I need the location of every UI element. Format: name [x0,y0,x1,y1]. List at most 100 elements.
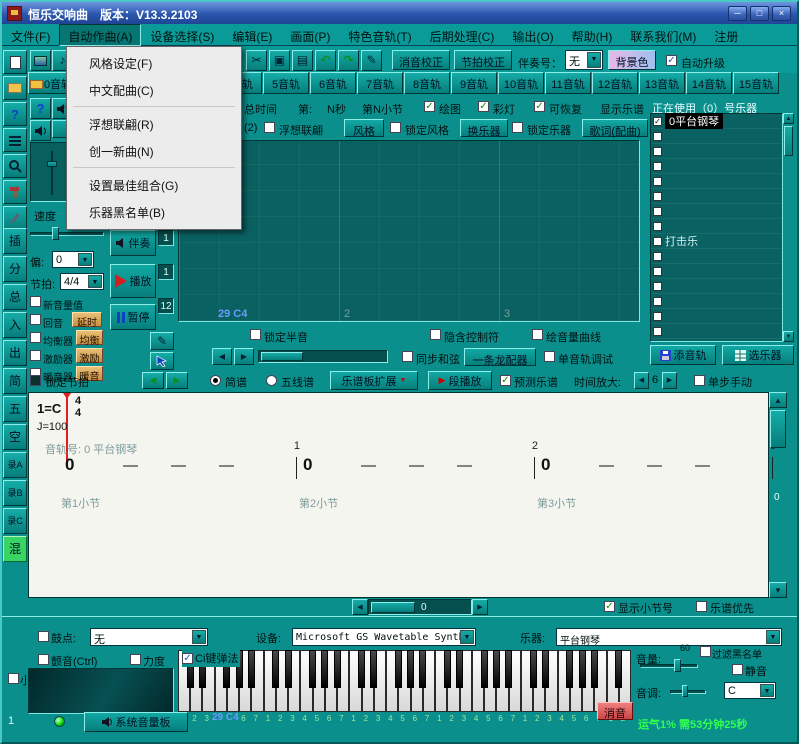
lock-style-checkbox[interactable] [390,122,401,133]
instrument-row-8[interactable]: 打击乐 [651,234,782,249]
instrument-checkbox-6[interactable] [653,207,662,216]
instrument-checkbox-5[interactable] [653,192,662,201]
cursor-tool-button[interactable] [150,352,174,370]
strip-button-11[interactable]: 混 [3,536,27,562]
dropdown-item-3[interactable]: 创一新曲(N) [67,138,241,165]
instrument-checkbox-13[interactable] [653,312,662,321]
maximize-button[interactable]: □ [750,6,769,21]
strip-help-icon[interactable]: ? [3,102,27,126]
piano-black-key-31[interactable] [566,650,573,688]
instrument-checkbox-9[interactable] [653,252,662,261]
instrument-list[interactable]: ✓0平台钢琴打击乐 [650,113,783,342]
strip-button-7[interactable]: 空 [3,424,27,450]
recover-checkbox[interactable] [534,101,545,112]
dropdown-arrow-icon[interactable]: ▼ [78,253,92,266]
tab-track-14[interactable]: 14音轨 [686,72,732,94]
play-button[interactable]: 播放 [110,264,156,298]
instrument-checkbox-8[interactable] [653,237,662,246]
instrument-checkbox-1[interactable] [653,132,662,141]
instrument-row-12[interactable] [651,294,782,309]
piano-black-key-26[interactable] [505,650,512,688]
cut-icon[interactable]: ✂ [246,50,267,71]
strip-button-2[interactable]: 总 [3,284,27,310]
instrument-row-2[interactable] [651,144,782,159]
equalizer-checkbox[interactable] [30,332,41,343]
menubar-item-9[interactable]: 联系我们(M) [621,24,705,46]
accompany-button[interactable]: 伴奏 [110,230,156,256]
menubar-item-5[interactable]: 特色音轨(T) [339,24,420,46]
instrument-row-7[interactable] [651,219,782,234]
tab-track-12[interactable]: 12音轨 [592,72,638,94]
vibrato-checkbox[interactable] [38,654,49,665]
dropdown-item-0[interactable]: 风格设定(F) [67,50,241,77]
ci-key-checkbox[interactable] [182,653,193,664]
lock-semitone-checkbox[interactable] [250,329,261,340]
fader-knob[interactable] [47,161,57,167]
instrument-checkbox-3[interactable] [653,162,662,171]
beat-correction-button[interactable]: 节拍校正 [454,50,512,70]
score-hscroll-thumb[interactable] [371,602,415,613]
title-bar[interactable]: 恒乐交响曲 版本：V13.3.2103 ─□× [2,2,797,24]
score-vscroll-thumb[interactable] [770,410,786,448]
piano-black-key-7[interactable] [272,650,279,688]
tab-track-11[interactable]: 11音轨 [545,72,591,94]
dropdown-arrow-icon[interactable]: ▼ [192,630,206,644]
instrument-row-11[interactable] [651,279,782,294]
menubar-item-2[interactable]: 设备选择(S) [141,24,223,46]
instrument-row-3[interactable] [651,159,782,174]
menubar-item-10[interactable]: 注册 [705,24,747,46]
show-score-label[interactable]: 显示乐谱 [600,101,644,117]
strip-new-file-icon[interactable] [3,50,27,74]
redo-icon[interactable]: ↷ [338,50,359,71]
system-volume-button[interactable]: 系统音量板 [84,712,188,732]
piano-black-key-25[interactable] [493,650,500,688]
piano-black-key-11[interactable] [321,650,328,688]
time-zoom-decrease-button[interactable]: ◀ [634,372,649,389]
score-board-expand-button[interactable]: 乐谱板扩展▼ [330,371,418,390]
instrument-checkbox-0[interactable]: ✓ [653,117,662,126]
delay-button[interactable]: 延时 [72,312,102,327]
menubar-item-6[interactable]: 后期处理(C) [421,24,504,46]
piano-black-key-18[interactable] [407,650,414,688]
score-measure-2[interactable]: 0———3第3小节 [535,455,773,515]
strip-button-9[interactable]: 录B [3,480,27,506]
menubar-item-7[interactable]: 输出(O) [503,24,562,46]
strip-brush-icon[interactable] [3,206,27,230]
strip-button-6[interactable]: 五 [3,396,27,422]
key-select[interactable]: C ▼ [724,682,776,699]
choose-instrument-button[interactable]: 选乐器 [722,345,794,365]
canvas-scrollbar[interactable] [258,350,388,363]
menubar-item-0[interactable]: 文件(F) [2,24,59,46]
menubar-item-4[interactable]: 画面(P) [281,24,339,46]
fantasy-checkbox[interactable] [264,122,275,133]
exciter-checkbox[interactable] [30,350,41,361]
scroll-down-icon[interactable]: ▼ [783,331,794,342]
instrument-row-4[interactable] [651,174,782,189]
tab-track-13[interactable]: 13音轨 [639,72,685,94]
tab-track-15[interactable]: 15音轨 [733,72,779,94]
tab-track-6[interactable]: 6音轨 [310,72,356,94]
auto-upgrade-checkbox[interactable] [666,55,677,66]
instrument-row-10[interactable] [651,264,782,279]
piano-black-key-35[interactable] [615,650,622,688]
dropdown-item-4[interactable]: 设置最佳组合(G) [67,172,241,199]
piano-black-key-5[interactable] [248,650,255,688]
strip-button-8[interactable]: 录A [3,452,27,478]
one-stop-orchestration-button[interactable]: 一条龙配器 [464,348,536,366]
dropdown-arrow-icon[interactable]: ▼ [766,630,780,644]
piano-black-key-24[interactable] [481,650,488,688]
sync-chord-checkbox[interactable] [402,351,413,362]
score-measure-0[interactable]: 0———1第1小节 [59,455,297,515]
lights-checkbox[interactable] [478,101,489,112]
piano-roll-canvas[interactable] [178,140,640,322]
pause-button[interactable]: 暂停 [110,304,156,330]
piano-black-key-21[interactable] [444,650,451,688]
lock-instrument-checkbox[interactable] [512,122,523,133]
single-step-checkbox[interactable] [694,375,705,386]
menubar-item-3[interactable]: 编辑(E) [223,24,281,46]
volume-slider-track[interactable] [640,664,698,668]
dropdown-item-5[interactable]: 乐器黑名单(B) [67,199,241,226]
tab-track-8[interactable]: 8音轨 [404,72,450,94]
filter-blacklist-checkbox[interactable] [700,646,711,657]
piano-black-key-29[interactable] [542,650,549,688]
